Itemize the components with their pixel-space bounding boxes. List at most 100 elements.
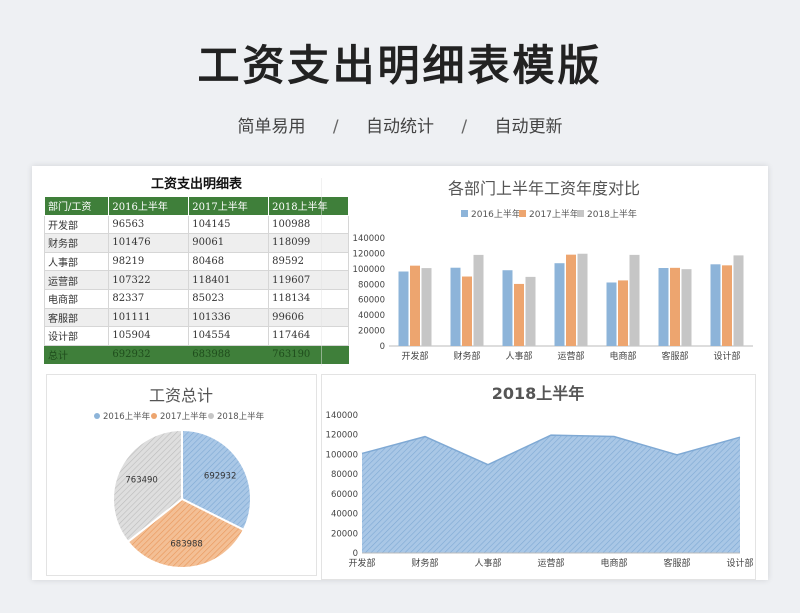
bar bbox=[554, 263, 565, 346]
bar bbox=[658, 268, 669, 346]
bar bbox=[410, 265, 420, 346]
table-cell[interactable]: 开发部 bbox=[43, 214, 110, 235]
table-cell[interactable]: 人事部 bbox=[43, 251, 110, 272]
x-tick-label: 设计部 bbox=[726, 557, 753, 569]
y-tick-label: 60000 bbox=[358, 296, 385, 306]
bar bbox=[462, 276, 472, 346]
legend-swatch bbox=[151, 413, 157, 419]
header-cell[interactable]: 部门/工资 bbox=[43, 196, 110, 216]
x-tick-label: 开发部 bbox=[348, 557, 375, 569]
bar bbox=[398, 271, 409, 346]
table-cell[interactable]: 设计部 bbox=[43, 326, 110, 346]
bar bbox=[450, 267, 461, 346]
table-row: 运营部 107322 118401 119607 bbox=[43, 270, 349, 290]
legend-label: 2017上半年 bbox=[529, 208, 579, 220]
table-cell[interactable]: 80468 bbox=[188, 251, 270, 272]
table-title: 工资支出明细表 bbox=[150, 177, 242, 192]
y-tick-label: 140000 bbox=[353, 234, 385, 244]
y-tick-label: 20000 bbox=[331, 529, 358, 539]
bar-chart-title: 各部门上半年工资年度对比 bbox=[448, 179, 640, 198]
x-tick-label: 客服部 bbox=[661, 350, 688, 362]
bar bbox=[502, 270, 513, 346]
x-tick-label: 财务部 bbox=[453, 350, 480, 362]
table-cell[interactable]: 85023 bbox=[188, 288, 270, 309]
y-tick-label: 120000 bbox=[326, 431, 358, 441]
table-cell[interactable]: 90061 bbox=[188, 233, 270, 253]
legend-swatch bbox=[208, 413, 214, 419]
bar bbox=[710, 264, 721, 346]
x-tick-label: 电商部 bbox=[609, 350, 636, 362]
table-row: 客服部 101111 101336 99606 bbox=[43, 307, 349, 328]
subtitle-bar: 简单易用 / 自动统计 / 自动更新 bbox=[0, 112, 800, 137]
table-cell[interactable]: 107322 bbox=[108, 270, 190, 290]
table-cell[interactable]: 104554 bbox=[188, 326, 270, 346]
bar bbox=[514, 283, 524, 346]
bar bbox=[525, 276, 536, 346]
pie-chart: 工资总计 2016上半年 2017上半年 2018上半年 692932 683988 76… bbox=[94, 386, 265, 569]
table-header-row: 部门/工资 2016上半年 2017上半年 2018上半年 bbox=[43, 196, 349, 216]
table-cell[interactable]: 82337 bbox=[108, 288, 190, 309]
legend-label: 2016上半年 bbox=[471, 208, 521, 220]
total-cell[interactable]: 总计 bbox=[43, 344, 110, 365]
subtitle-item-easy: 简单易用 bbox=[237, 117, 306, 137]
bar bbox=[606, 282, 617, 346]
table-cell[interactable]: 104145 bbox=[188, 214, 270, 235]
bar bbox=[566, 254, 576, 346]
x-tick-label: 设计部 bbox=[713, 350, 740, 362]
bar bbox=[577, 253, 588, 346]
table-cell[interactable]: 客服部 bbox=[43, 307, 110, 328]
table-cell[interactable]: 96563 bbox=[108, 214, 190, 235]
table-cell[interactable]: 101336 bbox=[188, 307, 270, 328]
subtitle-item-autoupdate: 自动更新 bbox=[494, 117, 563, 137]
table-cell[interactable]: 98219 bbox=[108, 251, 190, 272]
bar bbox=[733, 255, 744, 346]
legend-swatch bbox=[519, 210, 526, 217]
y-tick-label: 60000 bbox=[331, 490, 358, 500]
spreadsheet-preview: 工资支出明细表 部门/工资 2016上半年 2017上半年 2018上半年 开发… bbox=[32, 166, 768, 580]
pie-data-label: 763490 bbox=[125, 475, 157, 485]
y-tick-label: 40000 bbox=[331, 510, 358, 520]
table-cell[interactable]: 118401 bbox=[188, 270, 270, 290]
total-cell[interactable]: 683988 bbox=[188, 344, 270, 365]
table-cell[interactable]: 运营部 bbox=[43, 270, 110, 290]
bar bbox=[722, 265, 732, 346]
y-tick-label: 0 bbox=[380, 342, 385, 352]
bar bbox=[629, 254, 640, 346]
pie-data-label: 683988 bbox=[170, 540, 202, 550]
legend-label: 2018上半年 bbox=[587, 208, 637, 220]
table-row: 电商部 82337 85023 118134 bbox=[43, 288, 349, 309]
subtitle-item-autostat: 自动统计 bbox=[366, 117, 434, 137]
legend-label: 2018上半年 bbox=[217, 411, 265, 422]
salary-table-section: 工资支出明细表 部门/工资 2016上半年 2017上半年 2018上半年 开发… bbox=[43, 174, 349, 365]
bar-chart-panel: 各部门上半年工资年度对比 2016上半年 2017上半年 2018上半年 0 20000… bbox=[320, 166, 768, 370]
bar bbox=[618, 280, 628, 346]
table-row: 人事部 98219 80468 89592 bbox=[43, 251, 349, 272]
table-cell[interactable]: 101476 bbox=[108, 233, 190, 253]
table-cell[interactable]: 101111 bbox=[108, 307, 190, 328]
legend-label: 2017上半年 bbox=[160, 411, 208, 422]
total-cell[interactable]: 692932 bbox=[108, 344, 190, 365]
header-cell[interactable]: 2017上半年 bbox=[188, 196, 270, 216]
bar bbox=[681, 269, 692, 346]
area-chart: 2018上半年 0 20000 40000 60000 80000 100000 12000… bbox=[326, 384, 754, 569]
x-tick-label: 开发部 bbox=[401, 350, 428, 362]
area-chart-panel: 2018上半年 0 20000 40000 60000 80000 100000 12000… bbox=[321, 374, 756, 580]
legend-label: 2016上半年 bbox=[103, 411, 151, 422]
table-cell[interactable]: 电商部 bbox=[43, 288, 110, 309]
table-row: 设计部 105904 104554 117464 bbox=[43, 326, 349, 346]
y-tick-label: 100000 bbox=[326, 450, 358, 460]
header-cell[interactable]: 2016上半年 bbox=[108, 196, 190, 216]
bar bbox=[670, 267, 680, 346]
table-cell[interactable]: 105904 bbox=[108, 326, 190, 346]
y-tick-label: 80000 bbox=[358, 280, 385, 290]
salary-table: 部门/工资 2016上半年 2017上半年 2018上半年 开发部 96563 … bbox=[43, 196, 349, 365]
table-cell[interactable]: 财务部 bbox=[43, 233, 110, 253]
y-tick-label: 0 bbox=[353, 549, 358, 559]
x-tick-label: 运营部 bbox=[557, 350, 584, 362]
table-total-row: 总计 692932 683988 763190 bbox=[43, 344, 349, 365]
legend-swatch bbox=[94, 413, 100, 419]
bar bbox=[421, 268, 432, 346]
table-row: 开发部 96563 104145 100988 bbox=[43, 214, 349, 235]
x-tick-label: 人事部 bbox=[474, 557, 501, 569]
table-row: 财务部 101476 90061 118099 bbox=[43, 233, 349, 253]
